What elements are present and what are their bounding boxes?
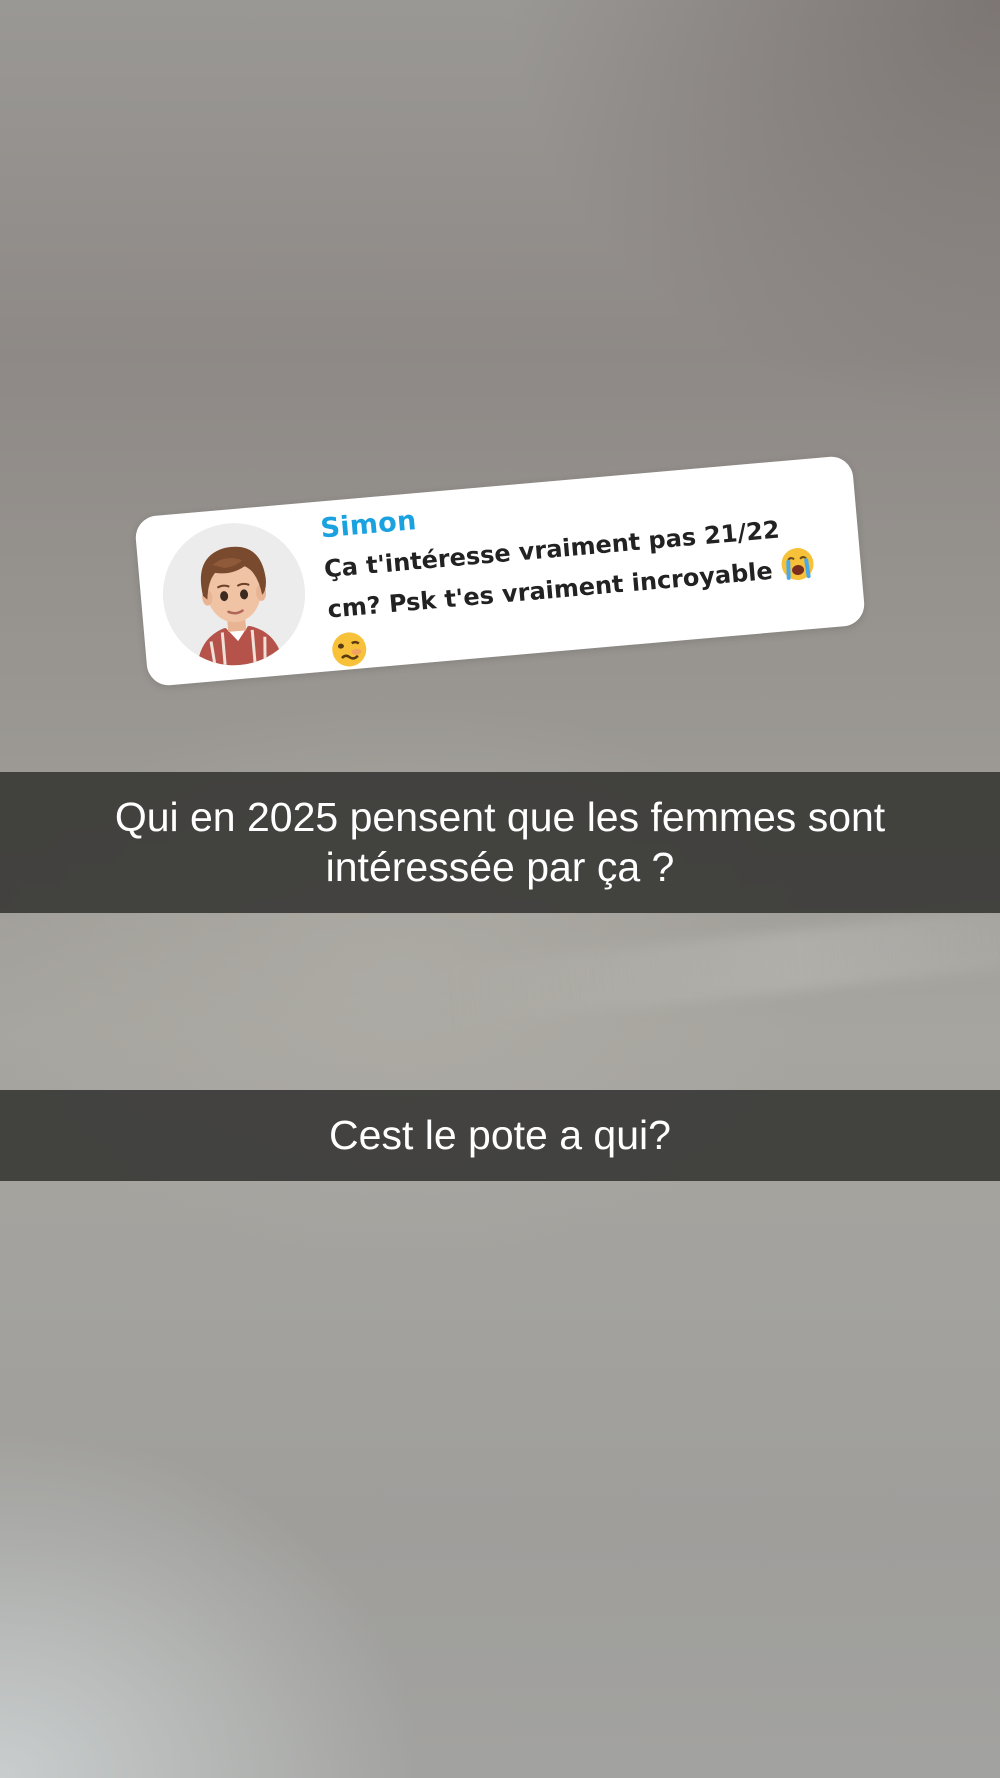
caption-1-line1: Qui en 2025 pensent que les femmes sont — [114, 794, 886, 840]
reply-sticker[interactable]: Simon Ça t'intéresse vraiment pas 21/22 … — [133, 454, 867, 688]
story-background: Simon Ça t'intéresse vraiment pas 21/22 … — [0, 0, 1000, 1778]
woozy-face-icon — [330, 630, 370, 680]
bitmoji-avatar-icon — [157, 517, 311, 672]
caption-bar-2: Cest le pote a qui? — [0, 1090, 1000, 1181]
loudly-crying-face-icon — [779, 546, 817, 594]
light-streak — [448, 893, 1000, 1027]
caption-bar-1: Qui en 2025 pensent que les femmes sont … — [0, 772, 1000, 913]
caption-2-text: Cest le pote a qui? — [329, 1112, 671, 1158]
caption-1-line2: intéressée par ça ? — [325, 844, 675, 890]
reply-sender-name: Simon — [319, 505, 418, 545]
avatar — [157, 517, 311, 672]
